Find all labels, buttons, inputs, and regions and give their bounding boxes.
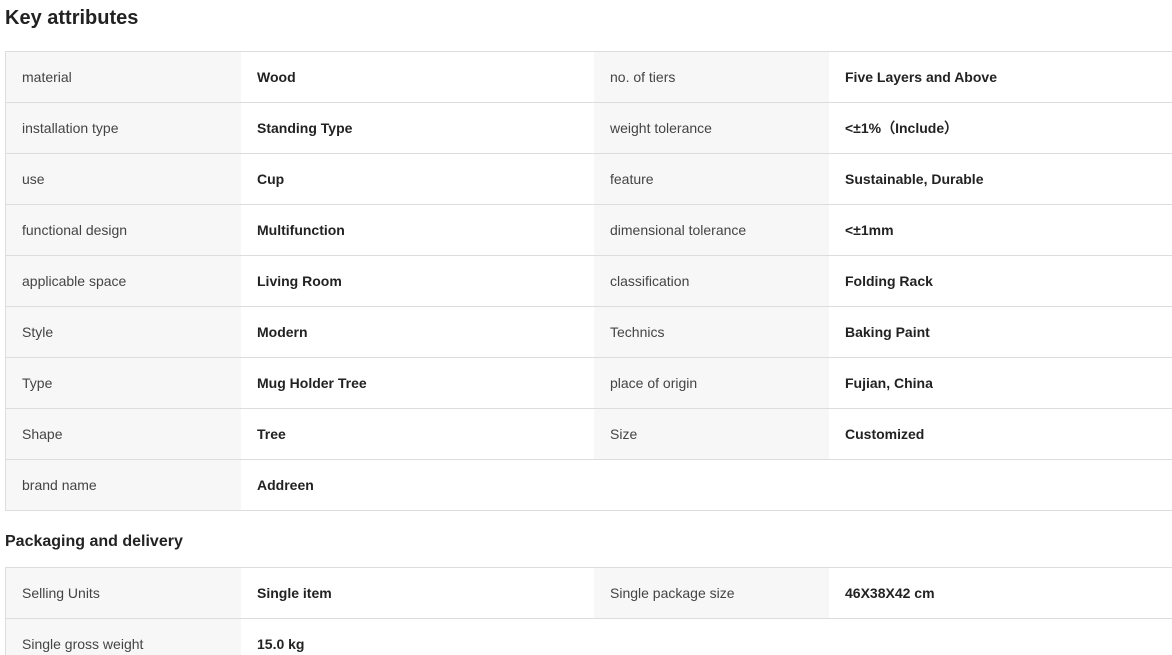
attribute-label: Single gross weight (6, 619, 241, 655)
attribute-label: Style (6, 307, 241, 357)
attribute-value: Modern (241, 307, 594, 357)
table-row: installation type Standing Type weight t… (6, 103, 1172, 154)
table-row: Shape Tree Size Customized (6, 409, 1172, 460)
key-attributes-heading: Key attributes (5, 7, 139, 29)
attribute-value: <±1%（Include） (829, 103, 1172, 153)
table-row: material Wood no. of tiers Five Layers a… (6, 52, 1172, 103)
attribute-label: Size (594, 409, 829, 459)
attribute-value: Customized (829, 409, 1172, 459)
attribute-label: Technics (594, 307, 829, 357)
table-row: Selling Units Single item Single package… (6, 568, 1172, 619)
key-attributes-table: material Wood no. of tiers Five Layers a… (5, 51, 1172, 511)
attribute-value: Addreen (241, 460, 594, 510)
attribute-label: material (6, 52, 241, 102)
table-row: applicable space Living Room classificat… (6, 256, 1172, 307)
attribute-value: Fujian, China (829, 358, 1172, 408)
attribute-value: Standing Type (241, 103, 594, 153)
attribute-value: Cup (241, 154, 594, 204)
attribute-label: weight tolerance (594, 103, 829, 153)
attribute-label: no. of tiers (594, 52, 829, 102)
attribute-label: Single package size (594, 568, 829, 618)
table-row: Type Mug Holder Tree place of origin Fuj… (6, 358, 1172, 409)
attribute-label: Shape (6, 409, 241, 459)
packaging-heading: Packaging and delivery (5, 533, 183, 550)
product-attributes-page: Key attributes material Wood no. of tier… (0, 0, 1172, 655)
attribute-label: use (6, 154, 241, 204)
attribute-value: Folding Rack (829, 256, 1172, 306)
attribute-label: brand name (6, 460, 241, 510)
table-row: Style Modern Technics Baking Paint (6, 307, 1172, 358)
table-row: functional design Multifunction dimensio… (6, 205, 1172, 256)
table-row: use Cup feature Sustainable, Durable (6, 154, 1172, 205)
empty-cell (829, 460, 1172, 510)
table-row: brand name Addreen (6, 460, 1172, 511)
empty-cell (829, 619, 1172, 655)
attribute-value: Sustainable, Durable (829, 154, 1172, 204)
attribute-label: Selling Units (6, 568, 241, 618)
attribute-value: Tree (241, 409, 594, 459)
attribute-value: 15.0 kg (241, 619, 594, 655)
attribute-value: 46X38X42 cm (829, 568, 1172, 618)
attribute-value: Mug Holder Tree (241, 358, 594, 408)
attribute-label: applicable space (6, 256, 241, 306)
table-row: Single gross weight 15.0 kg (6, 619, 1172, 655)
attribute-label: Type (6, 358, 241, 408)
attribute-value: Five Layers and Above (829, 52, 1172, 102)
attribute-label: classification (594, 256, 829, 306)
empty-cell (594, 460, 829, 510)
attribute-value: Wood (241, 52, 594, 102)
attribute-value: Baking Paint (829, 307, 1172, 357)
attribute-label: dimensional tolerance (594, 205, 829, 255)
attribute-label: installation type (6, 103, 241, 153)
empty-cell (594, 619, 829, 655)
attribute-value: Multifunction (241, 205, 594, 255)
attribute-value: Single item (241, 568, 594, 618)
attribute-label: functional design (6, 205, 241, 255)
attribute-value: Living Room (241, 256, 594, 306)
packaging-table: Selling Units Single item Single package… (5, 567, 1172, 655)
attribute-label: place of origin (594, 358, 829, 408)
attribute-value: <±1mm (829, 205, 1172, 255)
attribute-label: feature (594, 154, 829, 204)
